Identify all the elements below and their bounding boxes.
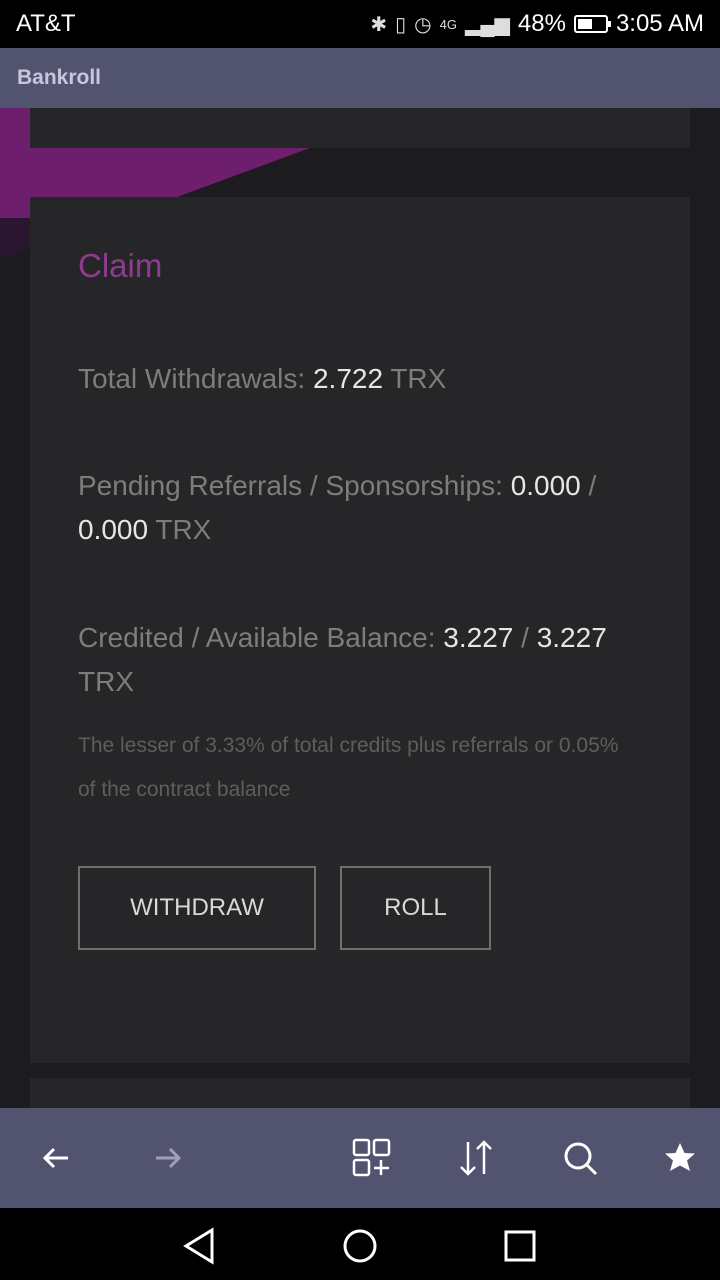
sort-icon[interactable] (456, 1138, 496, 1178)
star-icon[interactable] (660, 1138, 700, 1178)
battery-percent: 48% (517, 10, 566, 37)
balance-unit: TRX (78, 666, 134, 697)
previous-card (30, 108, 690, 148)
claim-title: Claim (78, 247, 163, 284)
signal-icon: ▂▄▆ (464, 13, 510, 36)
system-nav-bar (0, 1208, 720, 1280)
total-withdrawals-label: Total Withdrawals: (78, 363, 313, 394)
pending-referrals-line: Pending Referrals / Sponsorships: 0.000 … (78, 464, 648, 552)
nav-back-icon[interactable] (180, 1226, 220, 1266)
balance-separator: / (513, 622, 537, 653)
claim-card: Claim Total Withdrawals: 2.722 TRX Pendi… (30, 197, 690, 1063)
status-bar: AT&T ✱ ▯ ◷ 4G ▂▄▆ 48% 3:05 AM (0, 0, 720, 48)
pending-separator: / (580, 470, 597, 501)
alarm-icon: ◷ (414, 13, 432, 36)
pending-sponsorships-value: 0.000 (78, 514, 149, 545)
available-balance-value: 3.227 (536, 622, 607, 653)
4g-lte-icon: 4G (439, 16, 457, 32)
balance-label: Credited / Available Balance: (78, 622, 444, 653)
browser-toolbar (0, 1108, 720, 1208)
bluetooth-icon: ✱ (370, 13, 388, 36)
nav-recents-icon[interactable] (500, 1226, 540, 1266)
tabs-add-icon[interactable] (352, 1138, 392, 1178)
pending-referrals-value: 0.000 (510, 470, 581, 501)
pending-label: Pending Referrals / Sponsorships: (78, 470, 511, 501)
nav-home-icon[interactable] (340, 1226, 380, 1266)
roll-button[interactable]: ROLL (340, 866, 491, 950)
total-withdrawals-unit: TRX (383, 363, 447, 394)
withdraw-button[interactable]: WITHDRAW (78, 866, 316, 950)
app-title: Bankroll (17, 66, 102, 89)
back-arrow-icon[interactable] (36, 1138, 76, 1178)
balance-line: Credited / Available Balance: 3.227 / 3.… (78, 616, 648, 704)
search-icon[interactable] (560, 1138, 600, 1178)
clock-time: 3:05 AM (615, 10, 704, 37)
page-content[interactable]: Claim Total Withdrawals: 2.722 TRX Pendi… (0, 108, 720, 1108)
claim-note: The lesser of 3.33% of total credits plu… (78, 734, 619, 801)
total-withdrawals-value: 2.722 (312, 363, 384, 394)
forward-arrow-icon[interactable] (148, 1138, 188, 1178)
pending-unit: TRX (148, 514, 212, 545)
carrier-label: AT&T (16, 10, 76, 37)
app-bar: Bankroll (0, 48, 720, 108)
total-withdrawals-line: Total Withdrawals: 2.722 TRX (78, 357, 648, 401)
credited-balance-value: 3.227 (443, 622, 514, 653)
next-card (30, 1078, 690, 1108)
vibrate-icon: ▯ (395, 13, 407, 36)
status-icons: ✱ ▯ ◷ 4G ▂▄▆ 48% 3:05 AM (370, 10, 704, 38)
battery-icon (573, 15, 611, 33)
